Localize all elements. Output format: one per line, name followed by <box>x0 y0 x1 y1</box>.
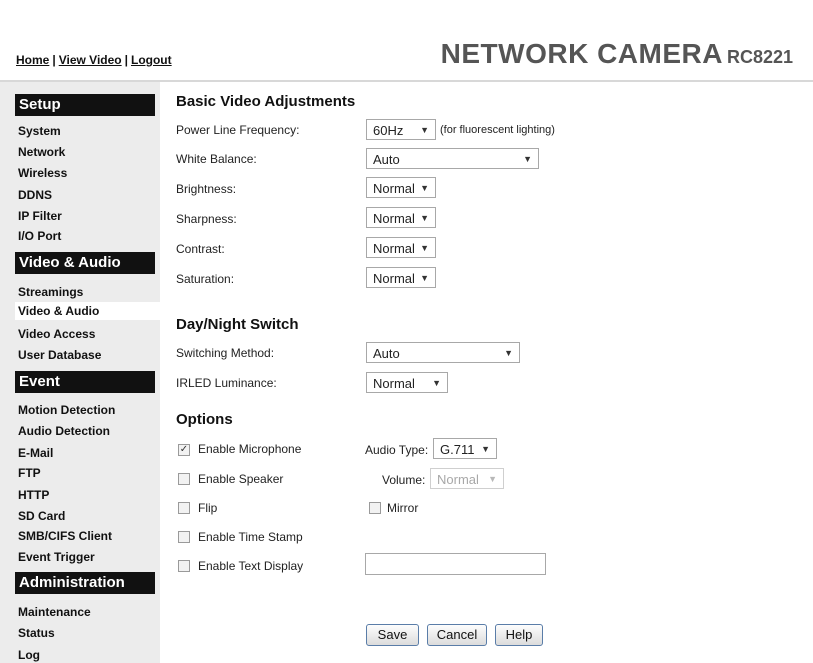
chevron-down-icon: ▼ <box>420 273 429 283</box>
enable-speaker-label: Enable Speaker <box>198 472 284 486</box>
sidebar-item-video-audio[interactable]: Video & Audio <box>15 302 160 320</box>
sidebar-section-video-audio: Video & Audio <box>15 252 155 274</box>
chevron-down-icon: ▼ <box>432 378 441 388</box>
mirror-label: Mirror <box>387 501 419 515</box>
home-link[interactable]: Home <box>16 53 49 67</box>
sidebar-item-event-trigger[interactable]: Event Trigger <box>18 550 95 564</box>
sidebar-item-maintenance[interactable]: Maintenance <box>18 605 91 619</box>
sidebar-item-sd-card[interactable]: SD Card <box>18 509 65 523</box>
sidebar-section-setup: Setup <box>15 94 155 116</box>
brightness-select[interactable]: Normal ▼ <box>366 177 436 198</box>
chevron-down-icon: ▼ <box>504 348 513 358</box>
sidebar-item-ftp[interactable]: FTP <box>18 466 41 480</box>
saturation-label: Saturation: <box>176 272 235 286</box>
help-button[interactable]: Help <box>495 624 543 646</box>
volume-select[interactable]: Normal ▼ <box>430 468 504 489</box>
sidebar-item-video-access[interactable]: Video Access <box>18 327 95 341</box>
main-content: Basic Video Adjustments Power Line Frequ… <box>160 82 813 663</box>
enable-microphone-label: Enable Microphone <box>198 442 302 456</box>
sidebar-item-system[interactable]: System <box>18 124 61 138</box>
brand-logo: NETWORK CAMERA RC8221 <box>441 38 793 70</box>
power-line-select[interactable]: 60Hz ▼ <box>366 119 436 140</box>
text-display-checkbox[interactable] <box>178 560 190 572</box>
cancel-button[interactable]: Cancel <box>427 624 487 646</box>
model-number: RC8221 <box>726 47 793 67</box>
sidebar-item-streamings[interactable]: Streamings <box>18 285 83 299</box>
chevron-down-icon: ▼ <box>420 243 429 253</box>
enable-speaker-checkbox[interactable] <box>178 473 190 485</box>
sidebar-item-user-database[interactable]: User Database <box>18 348 101 362</box>
sharpness-label: Sharpness: <box>176 212 237 226</box>
sidebar-item-http[interactable]: HTTP <box>18 488 49 502</box>
contrast-select[interactable]: Normal ▼ <box>366 237 436 258</box>
sidebar-item-motion-detection[interactable]: Motion Detection <box>18 403 115 417</box>
sharpness-select[interactable]: Normal ▼ <box>366 207 436 228</box>
saturation-select[interactable]: Normal ▼ <box>366 267 436 288</box>
text-display-label: Enable Text Display <box>198 559 304 573</box>
sidebar-section-event: Event <box>15 371 155 393</box>
logout-link[interactable]: Logout <box>131 53 172 67</box>
contrast-label: Contrast: <box>176 242 225 256</box>
power-line-note: (for fluorescent lighting) <box>440 124 555 136</box>
options-heading: Options <box>176 411 233 428</box>
chevron-down-icon: ▼ <box>420 183 429 193</box>
sidebar-item-log[interactable]: Log <box>18 648 40 662</box>
chevron-down-icon: ▼ <box>523 154 532 164</box>
sidebar: Setup System Network Wireless DDNS IP Fi… <box>0 82 160 663</box>
white-balance-select[interactable]: Auto ▼ <box>366 148 539 169</box>
switching-method-label: Switching Method: <box>176 346 275 360</box>
basic-video-heading: Basic Video Adjustments <box>176 93 356 110</box>
brightness-label: Brightness: <box>176 182 237 196</box>
chevron-down-icon: ▼ <box>488 474 497 484</box>
chevron-down-icon: ▼ <box>420 125 429 135</box>
sidebar-item-email[interactable]: E-Mail <box>18 446 53 460</box>
sidebar-item-audio-detection[interactable]: Audio Detection <box>18 424 110 438</box>
day-night-heading: Day/Night Switch <box>176 316 299 333</box>
mirror-checkbox[interactable] <box>369 502 381 514</box>
sidebar-section-administration: Administration <box>15 572 155 594</box>
sidebar-item-wireless[interactable]: Wireless <box>18 166 67 180</box>
flip-checkbox[interactable] <box>178 502 190 514</box>
volume-label: Volume: <box>382 473 426 487</box>
white-balance-label: White Balance: <box>176 152 257 166</box>
sidebar-item-io-port[interactable]: I/O Port <box>18 229 61 243</box>
irled-label: IRLED Luminance: <box>176 376 277 390</box>
time-stamp-checkbox[interactable] <box>178 531 190 543</box>
audio-type-label: Audio Type: <box>365 443 429 457</box>
sidebar-item-status[interactable]: Status <box>18 626 55 640</box>
audio-type-select[interactable]: G.711 ▼ <box>433 438 497 459</box>
brand-title: NETWORK CAMERA <box>440 38 723 69</box>
chevron-down-icon: ▼ <box>481 444 490 454</box>
power-line-label: Power Line Frequency: <box>176 123 300 137</box>
irled-select[interactable]: Normal ▼ <box>366 372 448 393</box>
text-display-input[interactable] <box>365 553 546 575</box>
sidebar-item-ip-filter[interactable]: IP Filter <box>18 209 62 223</box>
time-stamp-label: Enable Time Stamp <box>198 530 303 544</box>
view-video-link[interactable]: View Video <box>59 53 122 67</box>
switching-method-select[interactable]: Auto ▼ <box>366 342 520 363</box>
chevron-down-icon: ▼ <box>420 213 429 223</box>
top-nav: Home | View Video | Logout <box>16 53 172 67</box>
sidebar-item-ddns[interactable]: DDNS <box>18 188 52 202</box>
sidebar-item-smb-cifs-client[interactable]: SMB/CIFS Client <box>18 529 112 543</box>
enable-microphone-checkbox[interactable]: ✓ <box>178 444 190 456</box>
flip-label: Flip <box>198 501 218 515</box>
sidebar-item-network[interactable]: Network <box>18 145 65 159</box>
save-button[interactable]: Save <box>366 624 419 646</box>
